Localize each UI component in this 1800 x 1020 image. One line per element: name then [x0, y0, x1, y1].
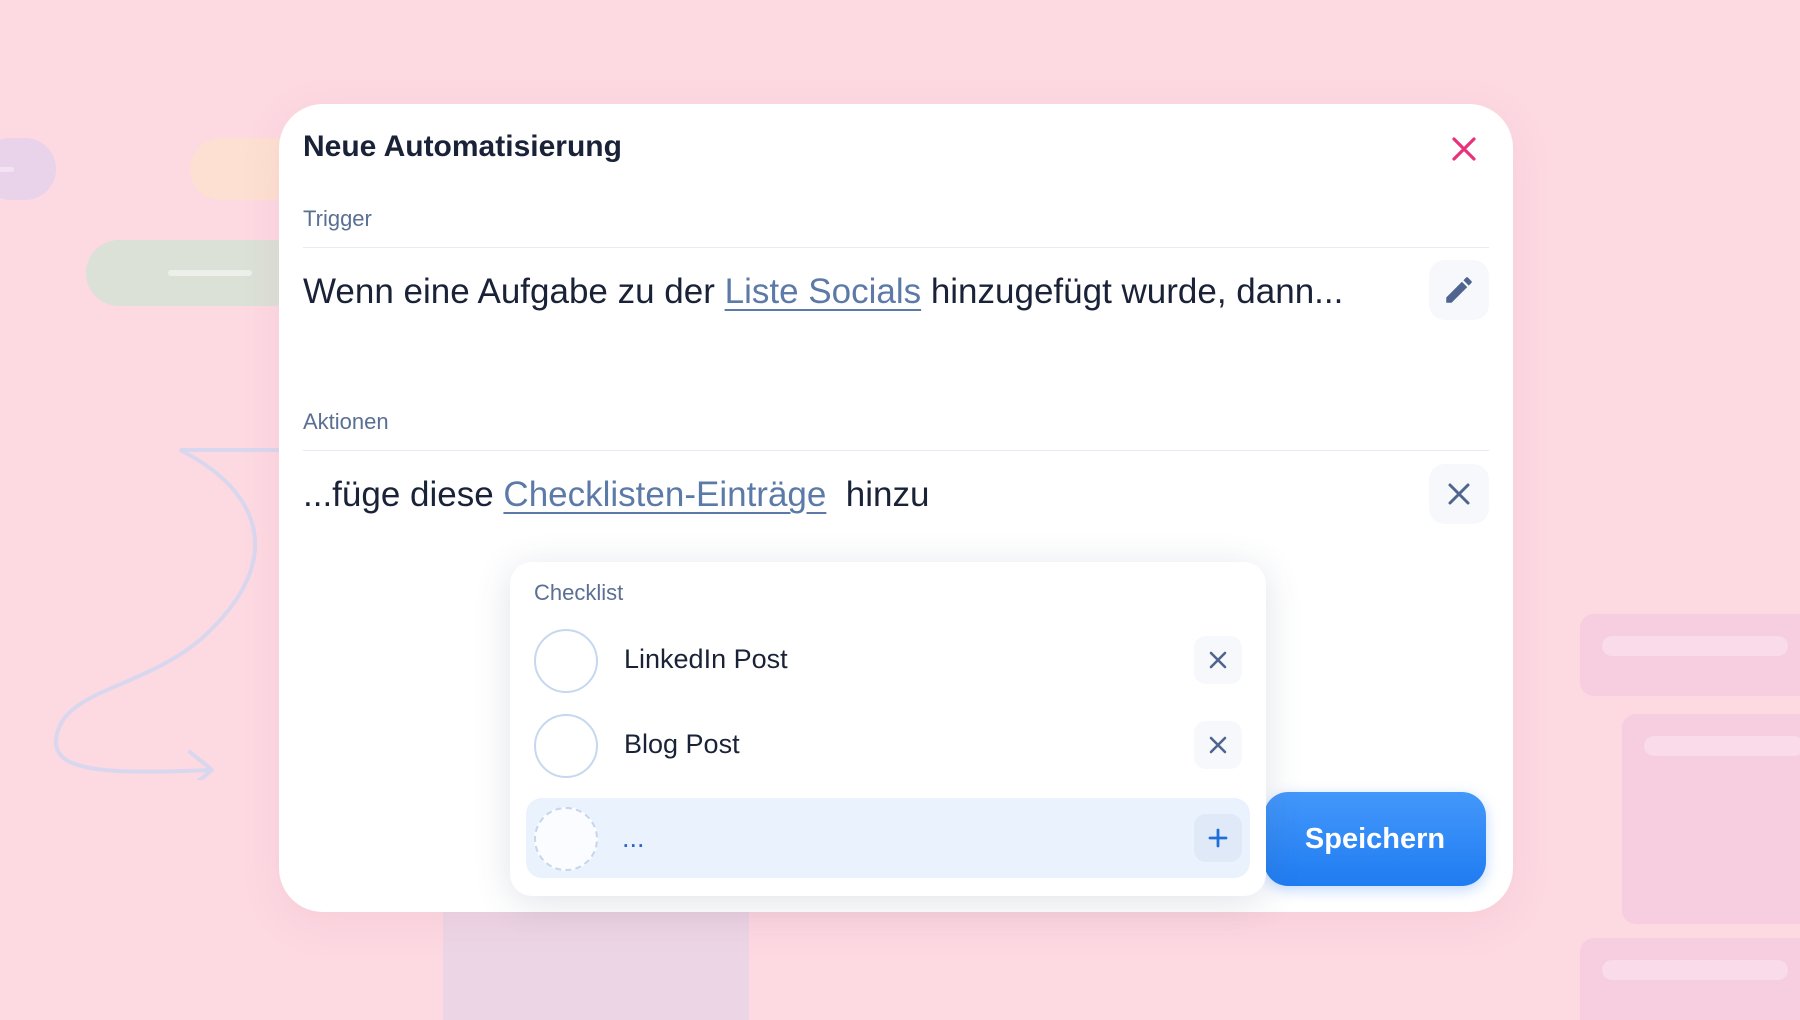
- pencil-icon: [1446, 277, 1472, 303]
- background-shape: [0, 138, 56, 200]
- checklist-item: Blog Post: [526, 705, 1250, 785]
- edit-trigger-button[interactable]: [1429, 260, 1489, 320]
- plus-icon: [1208, 828, 1228, 848]
- action-sentence: ...füge diese Checklisten-Einträge hinzu: [303, 475, 929, 515]
- remove-action-button[interactable]: [1429, 464, 1489, 524]
- trigger-list-link[interactable]: Liste Socials: [725, 272, 921, 311]
- actions-section-label: Aktionen: [303, 409, 389, 434]
- modal-title: Neue Automatisierung: [303, 130, 622, 163]
- new-item-checkbox-placeholder: [534, 807, 598, 871]
- background-shape: [443, 900, 749, 1020]
- checklist-label: Checklist: [534, 580, 624, 605]
- background-shape: [86, 240, 306, 306]
- background-card: [1580, 938, 1800, 1020]
- checklist-popover: Checklist LinkedIn Post Blog Post: [510, 562, 1266, 896]
- background-card: [1622, 714, 1800, 924]
- new-checklist-item-input[interactable]: [622, 816, 1092, 860]
- checklist-item-label: Blog Post: [624, 729, 740, 759]
- remove-checklist-item-button[interactable]: [1194, 636, 1242, 684]
- trigger-section-label: Trigger: [303, 206, 372, 231]
- save-button[interactable]: Speichern: [1264, 792, 1486, 886]
- action-text-before: ...füge diese: [303, 475, 504, 514]
- checklist-item-checkbox[interactable]: [534, 714, 598, 778]
- remove-checklist-item-button[interactable]: [1194, 721, 1242, 769]
- trigger-text-after: hinzugefügt wurde, dann...: [921, 272, 1344, 311]
- close-icon: [1209, 736, 1227, 754]
- trigger-sentence: Wenn eine Aufgabe zu der Liste Socials h…: [303, 272, 1343, 312]
- close-icon: [1452, 137, 1476, 161]
- close-icon: [1209, 651, 1227, 669]
- checklist-items-link[interactable]: Checklisten-Einträge: [503, 475, 826, 514]
- action-text-after: hinzu: [826, 475, 930, 514]
- add-checklist-item-button[interactable]: [1194, 814, 1242, 862]
- divider: [303, 450, 1489, 451]
- new-checklist-item-row: [526, 798, 1250, 878]
- checklist-item-checkbox[interactable]: [534, 629, 598, 693]
- checklist-item-label: LinkedIn Post: [624, 644, 788, 674]
- decorative-arrow-icon: [53, 448, 282, 780]
- background-card: [1580, 614, 1800, 696]
- trigger-text-before: Wenn eine Aufgabe zu der: [303, 272, 725, 311]
- close-icon: [1448, 483, 1470, 505]
- divider: [303, 247, 1489, 248]
- checklist-item: LinkedIn Post: [526, 620, 1250, 700]
- close-button[interactable]: [1441, 126, 1487, 172]
